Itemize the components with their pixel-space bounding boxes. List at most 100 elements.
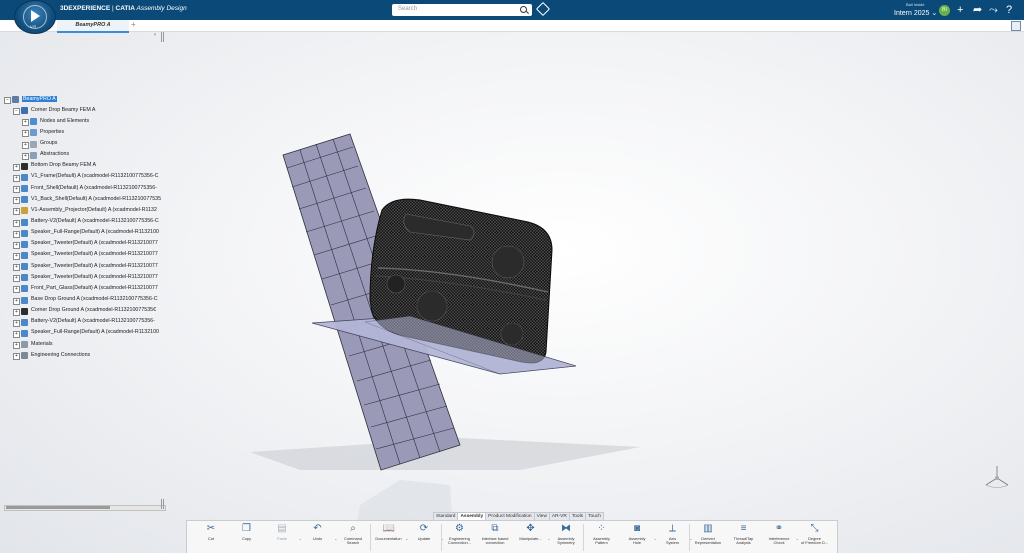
expand-toggle-icon[interactable]: + (13, 353, 20, 361)
update-button[interactable]: ⟳ Update ⌄ (406, 523, 444, 553)
tree-item[interactable]: + Battery-V2(Default) A (xcadmodel-R11321… (3, 318, 163, 329)
panel-resize-handle[interactable] (161, 32, 164, 42)
manipulate-button[interactable]: ✥ Manipulate... ⌄ (513, 523, 550, 553)
tree-item[interactable]: + Speaker_Full-Range(Default) A (xcadmode… (3, 329, 163, 340)
tree-item[interactable]: − BeamyPRO A (3, 95, 163, 106)
tree-item[interactable]: + Engineering Connections (3, 351, 163, 362)
tree-item[interactable]: + Front_Shell(Default) A (xcadmodel-R1132… (3, 184, 163, 195)
tree-item[interactable]: + Groups (3, 140, 163, 151)
collaboration-icon[interactable]: ⤳ (989, 4, 998, 16)
action-bar-tabs: Standard Assembly Product Modification View… (433, 512, 604, 521)
search-icon[interactable] (520, 6, 527, 13)
tree-item[interactable]: + Nodes and Elements (3, 117, 163, 128)
expand-toggle-icon[interactable]: + (13, 342, 20, 350)
expand-toggle-icon[interactable]: + (13, 208, 20, 216)
expand-toggle-icon[interactable]: + (13, 319, 20, 327)
assembly-hole-button[interactable]: ◙ Assembly Hole ⌄ (619, 523, 657, 553)
tab-beamypro[interactable]: BeamyPRO A (57, 20, 129, 33)
part-icon (21, 218, 28, 226)
expand-toggle-icon[interactable]: + (13, 252, 20, 260)
axis-system-button[interactable]: ⟂ Axis System ⌄ (655, 523, 693, 553)
tree-item[interactable]: + Speaker_Tweeter(Default) A (xcadmodel-R… (3, 262, 163, 273)
expand-toggle-icon[interactable]: + (13, 163, 20, 171)
expand-toggle-icon[interactable]: + (22, 152, 29, 160)
materials-icon (21, 341, 28, 349)
tree-horizontal-scrollbar[interactable] (4, 505, 166, 511)
action-bar: ✂ Cut ❐ Copy ▤ Paste ⌄ ↶ Undo ⌄ ⌕ Command Search 📖 Do… (186, 520, 838, 553)
panel-resize-handle-bottom[interactable] (161, 499, 164, 509)
tree-item[interactable]: + Materials (3, 340, 163, 351)
expand-toggle-icon[interactable]: + (13, 286, 20, 294)
expand-toggle-icon[interactable]: + (13, 197, 20, 205)
search-input[interactable]: Search (392, 4, 532, 16)
compass-icon[interactable]: V.R (14, 0, 56, 34)
tree-item[interactable]: + Abstractions (3, 151, 163, 162)
tree-item-label: Front_Shell(Default) A (xcadmodel-R11321… (31, 184, 157, 191)
tree-item[interactable]: + Properties (3, 128, 163, 139)
expand-toggle-icon[interactable]: − (13, 108, 20, 116)
expand-toggle-icon[interactable]: + (13, 186, 20, 194)
expand-toggle-icon[interactable]: + (13, 264, 20, 272)
fit-view-icon[interactable] (1011, 21, 1021, 31)
tree-item[interactable]: + Speaker_Tweeter(Default) A (xcadmodel-R… (3, 240, 163, 251)
add-tab-button[interactable]: + (131, 20, 136, 30)
help-icon[interactable]: ? (1006, 4, 1012, 16)
expand-toggle-icon[interactable]: + (13, 308, 20, 316)
scrollbar-thumb[interactable] (6, 506, 110, 509)
avatar[interactable]: BI (939, 5, 950, 16)
expand-toggle-icon[interactable]: + (13, 330, 20, 338)
expand-toggle-icon[interactable]: + (13, 275, 20, 283)
expand-toggle-icon[interactable]: + (13, 219, 20, 227)
tree-item[interactable]: + V1_Back_Shell(Default) A (xcadmodel-R11… (3, 195, 163, 206)
command-search-button[interactable]: ⌕ Command Search (335, 523, 371, 553)
robot-compass-icon[interactable] (982, 463, 1012, 491)
tree-item[interactable]: + Front_Part_Glass(Default) A (xcadmodel-… (3, 284, 163, 295)
search-placeholder: Search (398, 6, 418, 12)
brand-prefix: 3DEXPERIENCE (60, 5, 111, 12)
expand-toggle-icon[interactable]: + (22, 119, 29, 127)
brand-app: Assembly Design (134, 5, 187, 12)
tree-item[interactable]: + V1_Frame(Default) A (xcadmodel-R1132100… (3, 173, 163, 184)
undo-button[interactable]: ↶ Undo ⌄ (300, 523, 338, 553)
connections-icon (21, 352, 28, 360)
tree-item[interactable]: − Corner Drop Beamy FEM A (3, 106, 163, 117)
add-icon[interactable]: + (957, 4, 963, 16)
expand-toggle-icon[interactable]: + (13, 241, 20, 249)
thread-tap-button[interactable]: ≡ Thread/Tap Analysis (726, 523, 762, 553)
assembly-symmetry-button[interactable]: ⧓ Assembly Symmetry (548, 523, 584, 553)
expand-toggle-icon[interactable]: + (13, 174, 20, 182)
tag-icon[interactable] (535, 1, 551, 17)
documentation-button[interactable]: 📖 Documentation ⌄ (371, 523, 408, 553)
tree-item[interactable]: + Speaker_Full-Range(Default) A (xcadmode… (3, 229, 163, 240)
tree-item[interactable]: + V1-Assembly_Projector(Default) A (xcadm… (3, 206, 163, 217)
degree-of-freedom-button[interactable]: ⤡ Degree of Freedom D... (797, 523, 833, 553)
part-icon (21, 240, 28, 248)
tree-item[interactable]: + Battery-V2(Default) A (xcadmodel-R11321… (3, 218, 163, 229)
action-label: Manipulate... (519, 536, 542, 541)
tree-item-label: V1_Back_Shell(Default) A (xcadmodel-R113… (31, 195, 162, 202)
share-icon[interactable]: ➦ (973, 4, 982, 16)
copy-button[interactable]: ❐ Copy (229, 523, 265, 553)
engineering-connection-button[interactable]: ⚙ Engineering Connection... (442, 523, 478, 553)
tree-item[interactable]: + Base Drop Ground A (xcadmodel-R11321007… (3, 296, 163, 307)
collapse-panel-icon[interactable]: ‹ (154, 32, 156, 38)
expand-toggle-icon[interactable]: + (13, 230, 20, 238)
expand-toggle-icon[interactable]: + (13, 297, 20, 305)
tree-item[interactable]: + Speaker_Tweeter(Default) A (xcadmodel-R… (3, 251, 163, 262)
expand-toggle-icon[interactable]: + (22, 141, 29, 149)
assembly-pattern-button[interactable]: ⁘ Assembly Pattern (584, 523, 620, 553)
paste-button[interactable]: ▤ Paste ⌄ (264, 523, 302, 553)
interference-check-button[interactable]: ⚭ Interference Check ⌄ (761, 523, 799, 553)
expand-toggle-icon[interactable]: + (22, 130, 29, 138)
derived-representation-button[interactable]: ▥ Derived Representation (690, 523, 726, 553)
action-label: Copy (241, 536, 252, 541)
tree-item[interactable]: + Corner Drop Ground A (xcadmodel-R113210… (3, 307, 163, 318)
tree-item[interactable]: + Speaker_Tweeter(Default) A (xcadmodel-R… (3, 273, 163, 284)
compass-label: V.R (30, 24, 37, 29)
scissors-button[interactable]: ✂ Cut (193, 523, 229, 553)
tree-item-label: Corner Drop Beamy FEM A (31, 106, 96, 113)
expand-toggle-icon[interactable]: − (4, 97, 11, 104)
tenant-selector[interactable]: Intern 2025 ⌄ (894, 9, 937, 17)
tree-item[interactable]: + Bottom Drop Beamy FEM A (3, 162, 163, 173)
interface-connection-button[interactable]: ⧉ Interface based connection (477, 523, 513, 553)
